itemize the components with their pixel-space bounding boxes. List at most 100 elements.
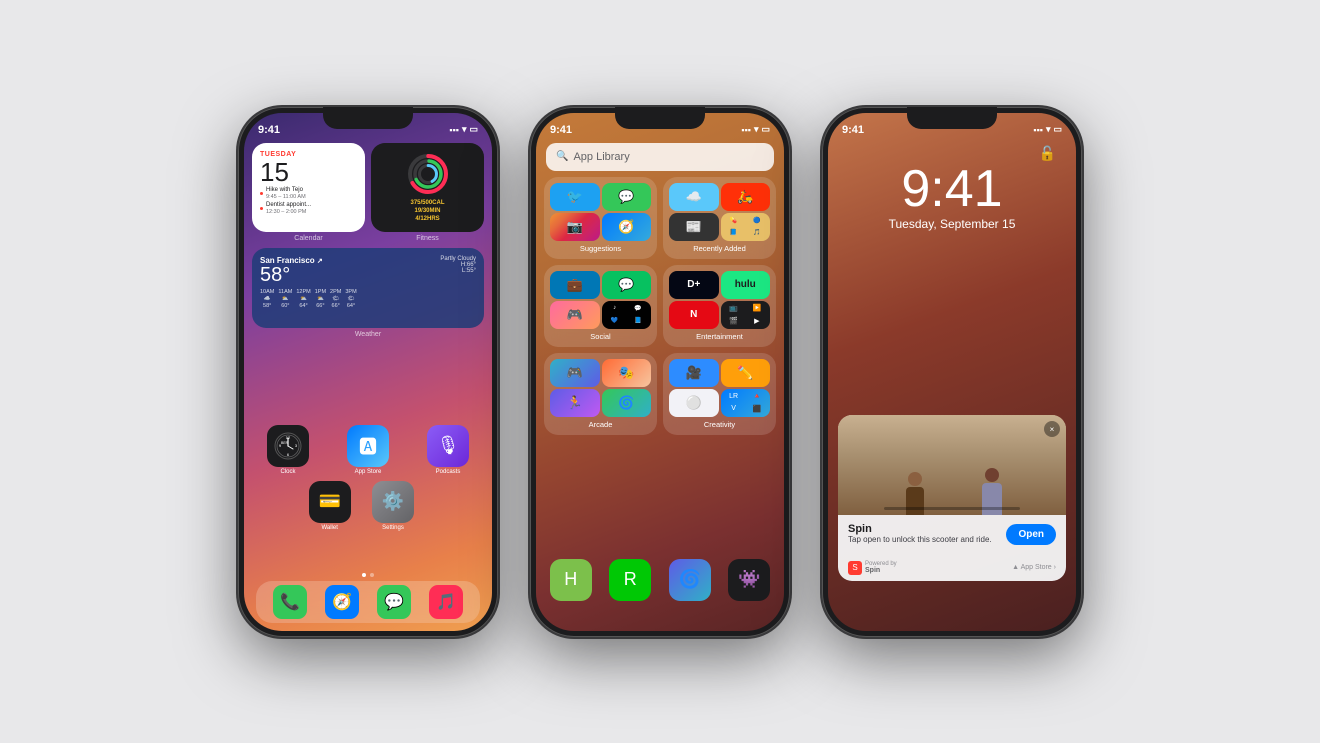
folder-icon-social4: ♪ 💬 💙 📘 (602, 301, 652, 329)
notification-close-button[interactable]: × (1044, 421, 1060, 437)
app-character[interactable]: 👾 (723, 559, 777, 601)
status-icons-2: ▪▪▪ ▾ ▭ (741, 124, 770, 135)
wifi-icon-2: ▾ (754, 124, 759, 135)
cal-event-2: Dentist appoint... 12:30 – 2:00 PM (260, 202, 357, 215)
folder-icon-linkedin: 💼 (550, 271, 600, 299)
cal-dot-2 (260, 207, 263, 210)
weather-temp: 58° (260, 265, 323, 285)
notif-text-area: Spin Tap open to unlock this scooter and… (848, 523, 992, 545)
calendar-label: Calendar (252, 235, 365, 242)
appstore-icon: 🅰 (347, 425, 389, 467)
folder-icon-ent4: 📺 ▶️ 🎬 ▶ (721, 301, 771, 329)
folder-icon-creativity4: LR 🔺 V ⬛ (721, 389, 771, 417)
lock-time: 9:41 Tuesday, September 15 (828, 163, 1076, 231)
calendar-widget[interactable]: TUESDAY 15 Hike with Tejo 9:45 – 11:00 A… (252, 143, 365, 232)
folder-icon-nyt: 📰 (669, 213, 719, 241)
battery-icon: ▭ (469, 124, 478, 135)
folder-icon-social3: 🎮 (550, 301, 600, 329)
weather-label: Weather (252, 331, 484, 338)
folder-creativity[interactable]: 🎥 ✏️ ⚪ LR 🔺 V ⬛ Creativity (663, 353, 776, 435)
screen-3: 9:41 ▪▪▪ ▾ ▭ 🔓 9:41 Tuesday, September 1… (828, 113, 1076, 631)
notification-card[interactable]: × Spin Tap open to unlock this scooter a… (838, 415, 1066, 580)
folder-icon-disney: D+ (669, 271, 719, 299)
folder-icon-sketches: ✏️ (721, 359, 771, 387)
dock: 📞 🧭 💬 🎵 (256, 581, 480, 623)
signal-icon-2: ▪▪▪ (741, 125, 751, 135)
wallet-label: Wallet (321, 525, 337, 531)
lock-icon: 🔓 (1039, 145, 1056, 162)
weather-low: L:55° (440, 268, 476, 274)
cal-date: 15 (260, 159, 357, 185)
settings-icon: ⚙️ (372, 481, 414, 523)
cal-event-1-text: Hike with Tejo 9:45 – 11:00 AM (266, 187, 306, 200)
app-store-link[interactable]: ▲ App Store › (1012, 564, 1056, 571)
podcasts-label: Podcasts (436, 469, 461, 475)
robinhood-icon: R (609, 559, 651, 601)
folder-icon-instagram: 📷 (550, 213, 600, 241)
folder-entertainment[interactable]: D+ hulu N 📺 ▶️ 🎬 ▶ Entertainment (663, 265, 776, 347)
notification-title: Spin (848, 523, 992, 535)
app-library-search[interactable]: 🔍 App Library (546, 143, 774, 171)
wallet-icon: 💳 (309, 481, 351, 523)
dock-messages[interactable]: 💬 (377, 585, 411, 619)
app-row-1: 12 6 9 3 BER Clock (252, 425, 484, 475)
weather-widget[interactable]: San Francisco ↗ 58° Partly Cloudy H:66° … (252, 248, 484, 328)
folder-recently-added[interactable]: ☁️ 🛵 📰 💊 🔵 📘 🎵 Recently Added (663, 177, 776, 259)
notification-open-button[interactable]: Open (1006, 524, 1056, 545)
folder-name-arcade: Arcade (550, 420, 651, 429)
clock-icon: 12 6 9 3 BER (267, 425, 309, 467)
app-game-extra[interactable]: 🌀 (663, 559, 717, 601)
status-icons-3: ▪▪▪ ▾ ▭ (1033, 124, 1062, 135)
signal-icon: ▪▪▪ (449, 125, 459, 135)
dock-safari[interactable]: 🧭 (325, 585, 359, 619)
app-podcasts[interactable]: 🎙 Podcasts (412, 425, 484, 475)
screen-2: 9:41 ▪▪▪ ▾ ▭ 🔍 App Library 🐦 💬 (536, 113, 784, 631)
lock-date-display: Tuesday, September 15 (828, 217, 1076, 231)
fitness-widget-wrap[interactable]: 375/500CAL 19/30MIN 4/12HRS Fitness (371, 143, 484, 242)
weather-widget-wrap[interactable]: San Francisco ↗ 58° Partly Cloudy H:66° … (252, 248, 484, 338)
folder-icon-safari: 🧭 (602, 213, 652, 241)
folder-social[interactable]: 💼 💬 🎮 ♪ 💬 💙 📘 Social (544, 265, 657, 347)
folder-icon-zoom: 🎥 (669, 359, 719, 387)
podcasts-icon: 🎙 (427, 425, 469, 467)
location-icon: ↗ (317, 258, 323, 265)
app-clock[interactable]: 12 6 9 3 BER Clock (252, 425, 324, 475)
app-settings[interactable]: ⚙️ Settings (365, 481, 420, 531)
app-library-grid: 🐦 💬 📷 🧭 Suggestions ☁️ 🛵 📰 💊 (544, 177, 776, 435)
forecast-2pm: 2PM 🌤 66° (330, 289, 341, 309)
forecast-10am: 10AM ☁️ 58° (260, 289, 274, 309)
battery-icon-3: ▭ (1053, 124, 1062, 135)
dock-phone[interactable]: 📞 (273, 585, 307, 619)
app-row-2: 💳 Wallet ⚙️ Settings (252, 481, 484, 531)
cal-event-1: Hike with Tejo 9:45 – 11:00 AM (260, 187, 357, 200)
app-wallet[interactable]: 💳 Wallet (302, 481, 357, 531)
dot-1 (362, 573, 366, 577)
game-extra-icon: 🌀 (669, 559, 711, 601)
dock-music[interactable]: 🎵 (429, 585, 463, 619)
folder-icon-messages: 💬 (602, 183, 652, 211)
calendar-widget-wrap[interactable]: TUESDAY 15 Hike with Tejo 9:45 – 11:00 A… (252, 143, 365, 242)
status-icons-1: ▪▪▪ ▾ ▭ (449, 124, 478, 135)
cal-event-2-text: Dentist appoint... 12:30 – 2:00 PM (266, 202, 311, 215)
spin-app-icon: S (848, 561, 862, 575)
status-time-3: 9:41 (842, 124, 864, 136)
app-houzz[interactable]: H (544, 559, 598, 601)
signal-icon-3: ▪▪▪ (1033, 125, 1043, 135)
svg-text:BER: BER (281, 441, 289, 445)
folder-suggestions[interactable]: 🐦 💬 📷 🧭 Suggestions (544, 177, 657, 259)
folder-arcade[interactable]: 🎮 🎭 🏃 🌀 Arcade (544, 353, 657, 435)
extra-apps: H R 🌀 👾 (544, 559, 776, 601)
app-robinhood[interactable]: R (604, 559, 658, 601)
widget-row-1: TUESDAY 15 Hike with Tejo 9:45 – 11:00 A… (252, 143, 484, 242)
search-icon: 🔍 (556, 151, 568, 162)
houzz-icon: H (550, 559, 592, 601)
app-appstore[interactable]: 🅰 App Store (332, 425, 404, 475)
status-time-1: 9:41 (258, 124, 280, 136)
fitness-widget[interactable]: 375/500CAL 19/30MIN 4/12HRS (371, 143, 484, 232)
wifi-icon: ▾ (462, 124, 467, 135)
appstore-label: App Store (355, 469, 382, 475)
notification-content: Spin Tap open to unlock this scooter and… (838, 515, 1066, 556)
folder-icon-cloud: ☁️ (669, 183, 719, 211)
folder-icon-wechat: 💬 (602, 271, 652, 299)
weather-forecast: 10AM ☁️ 58° 11AM ⛅ 60° 12PM (260, 289, 476, 309)
